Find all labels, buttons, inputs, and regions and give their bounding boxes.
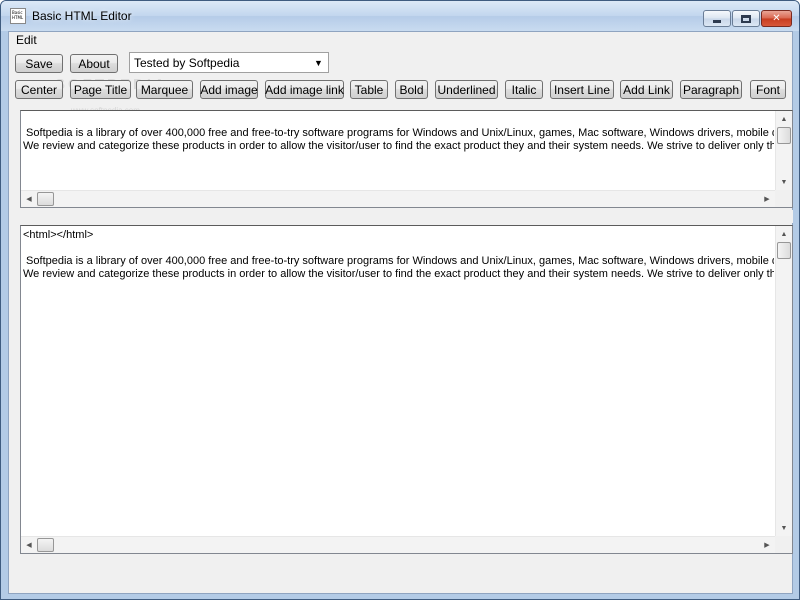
- template-select-value: Tested by Softpedia: [134, 56, 240, 70]
- chevron-down-icon[interactable]: ▼: [310, 54, 327, 71]
- title-bar[interactable]: Basic HTML Basic HTML Editor ✕: [1, 1, 799, 31]
- italic-button[interactable]: Italic: [505, 80, 543, 99]
- close-button[interactable]: ✕: [761, 10, 792, 27]
- template-select[interactable]: Tested by Softpedia ▼: [129, 52, 329, 73]
- menu-edit[interactable]: Edit: [16, 33, 37, 47]
- add-link-button[interactable]: Add Link: [620, 80, 673, 99]
- app-window: Basic HTML Basic HTML Editor ✕ Edit Save…: [0, 0, 800, 600]
- vertical-scrollbar[interactable]: ▲ ▼: [775, 226, 792, 536]
- font-button[interactable]: Font: [750, 80, 786, 99]
- scroll-right-icon[interactable]: ▶: [759, 537, 775, 553]
- maximize-icon: [741, 14, 751, 23]
- table-button[interactable]: Table: [350, 80, 388, 99]
- scroll-left-icon[interactable]: ◀: [21, 537, 37, 553]
- center-button[interactable]: Center: [15, 80, 63, 99]
- underlined-button[interactable]: Underlined: [435, 80, 498, 99]
- html-source-editor[interactable]: ​ Softpedia is a library of over 400,000…: [20, 110, 793, 208]
- about-button[interactable]: About: [70, 54, 118, 73]
- html-output-editor[interactable]: <html></html>​ Softpedia is a library of…: [20, 225, 793, 554]
- horizontal-scrollbar[interactable]: ◀ ▶: [21, 190, 775, 207]
- insert-line-button[interactable]: Insert Line: [550, 80, 614, 99]
- source-text[interactable]: ​ Softpedia is a library of over 400,000…: [23, 114, 774, 153]
- scroll-corner: [775, 190, 792, 207]
- minimize-button[interactable]: [703, 10, 731, 27]
- scroll-up-icon[interactable]: ▲: [776, 111, 792, 127]
- close-icon: ✕: [772, 13, 781, 24]
- output-line: <html></html>: [23, 229, 94, 241]
- output-line: We review and categorize these products …: [23, 268, 774, 280]
- output-line: Softpedia is a library of over 400,000 f…: [23, 255, 774, 267]
- scroll-thumb[interactable]: [777, 242, 791, 259]
- paragraph-button[interactable]: Paragraph: [680, 80, 742, 99]
- minimize-icon: [713, 20, 721, 23]
- add-image-button[interactable]: Add image: [200, 80, 258, 99]
- page-title-button[interactable]: Page Title: [70, 80, 131, 99]
- output-line: ​: [23, 242, 774, 255]
- output-text[interactable]: <html></html>​ Softpedia is a library of…: [23, 229, 774, 281]
- scroll-left-icon[interactable]: ◀: [21, 191, 37, 207]
- scroll-down-icon[interactable]: ▼: [776, 174, 792, 190]
- bold-button[interactable]: Bold: [395, 80, 428, 99]
- window-title: Basic HTML Editor: [32, 9, 132, 23]
- pane-splitter[interactable]: [20, 210, 793, 223]
- scroll-thumb[interactable]: [777, 127, 791, 144]
- maximize-button[interactable]: [732, 10, 760, 27]
- scroll-up-icon[interactable]: ▲: [776, 226, 792, 242]
- app-icon: Basic HTML: [10, 8, 26, 24]
- menu-bar: Edit: [9, 32, 792, 48]
- source-line: Softpedia is a library of over 400,000 f…: [23, 127, 774, 139]
- marquee-button[interactable]: Marquee: [136, 80, 193, 99]
- scroll-thumb[interactable]: [37, 538, 54, 552]
- source-line: ​: [23, 114, 774, 127]
- horizontal-scrollbar[interactable]: ◀ ▶: [21, 536, 775, 553]
- client-area: Edit Save About Tested by Softpedia ▼ SO…: [8, 31, 793, 594]
- vertical-scrollbar[interactable]: ▲ ▼: [775, 111, 792, 190]
- scroll-right-icon[interactable]: ▶: [759, 191, 775, 207]
- scroll-thumb[interactable]: [37, 192, 54, 206]
- source-line: We review and categorize these products …: [23, 140, 774, 152]
- save-button[interactable]: Save: [15, 54, 63, 73]
- scroll-down-icon[interactable]: ▼: [776, 520, 792, 536]
- scroll-corner: [775, 536, 792, 553]
- add-image-link-button[interactable]: Add image link: [265, 80, 344, 99]
